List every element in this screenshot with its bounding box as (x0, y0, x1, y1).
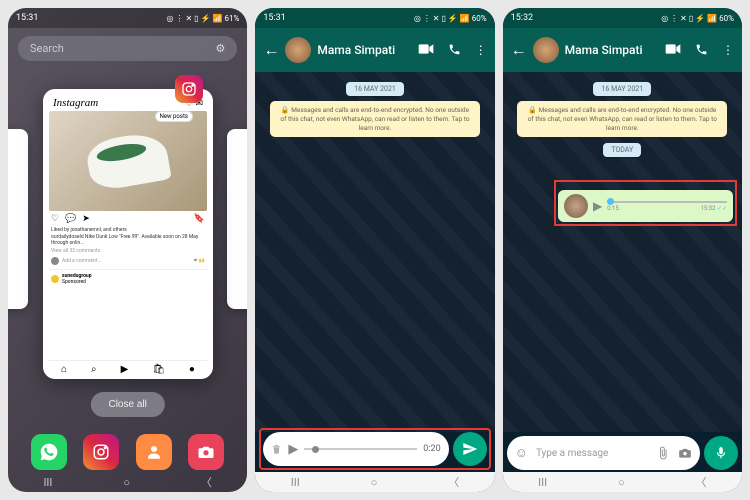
recording-time: 0:20 (423, 444, 440, 454)
search-bar[interactable]: Search ⚙ (18, 36, 237, 61)
play-icon[interactable]: ▶ (593, 199, 602, 213)
status-bar: 15:32 ◎ ⋮ ✕ ▯ ⚡ 📶60% (503, 8, 742, 28)
chat-header: ← Mama Simpati ⋮ (255, 28, 494, 72)
contact-name[interactable]: Mama Simpati (317, 43, 411, 57)
voice-msg-avatar (564, 194, 588, 218)
voice-duration: 0:15 (607, 205, 619, 212)
mic-button[interactable] (704, 436, 738, 470)
view-comments[interactable]: View all 32 comments (49, 247, 207, 255)
gear-icon[interactable]: ⚙ (215, 42, 225, 55)
bookmark-icon[interactable]: 🔖 (194, 214, 205, 224)
camera-app-icon[interactable] (188, 434, 224, 470)
phone-recents: 15:31 ◎ ⋮ ✕ ▯ ⚡ 📶61% Search ⚙ Instagram … (8, 8, 247, 492)
nav-bar: III ○ 〈 (8, 472, 247, 492)
lock-icon: 🔒 (281, 106, 290, 114)
contact-avatar[interactable] (533, 37, 559, 63)
nav-home[interactable]: ○ (123, 476, 130, 489)
add-comment[interactable]: Add a comment...❤ 🙌 (49, 255, 207, 267)
new-posts-badge[interactable]: New posts (155, 111, 193, 122)
close-all-button[interactable]: Close all (90, 392, 164, 417)
date-pill: 16 MAY 2021 (346, 82, 404, 96)
shop-icon[interactable]: 🛍 (152, 364, 165, 375)
post-caption: ourdailydoseId Nike Dunk Low "Free.99". … (49, 234, 207, 247)
contact-name[interactable]: Mama Simpati (565, 43, 659, 57)
reels-icon[interactable]: ▶ (121, 364, 129, 375)
back-arrow-icon[interactable]: ← (511, 40, 527, 60)
status-time: 15:31 (16, 13, 38, 23)
instagram-app-icon (175, 75, 203, 103)
voice-call-icon[interactable] (448, 43, 461, 57)
chat-content: 16 MAY 2021 🔒 Messages and calls are end… (503, 72, 742, 492)
message-input[interactable]: ☺ Type a message (507, 436, 700, 470)
recording-preview: ▶ 0:20 (263, 432, 448, 466)
voice-call-icon[interactable] (695, 43, 708, 57)
video-call-icon[interactable] (418, 43, 434, 57)
recent-card-left[interactable] (8, 129, 28, 309)
emoji-icon[interactable]: ☺ (515, 445, 528, 461)
voice-message-bubble[interactable]: ▶ 0:15 15:32 ✓✓ (558, 190, 733, 222)
chat-header: ← Mama Simpati ⋮ (503, 28, 742, 72)
phone-whatsapp-sent: 15:32 ◎ ⋮ ✕ ▯ ⚡ 📶60% ← Mama Simpati ⋮ 16… (503, 8, 742, 492)
status-time: 15:32 (511, 13, 533, 23)
audio-track[interactable] (304, 448, 417, 450)
send-button[interactable] (453, 432, 487, 466)
share-icon[interactable]: ➤ (82, 214, 90, 224)
back-arrow-icon[interactable]: ← (263, 40, 279, 60)
attach-icon[interactable] (656, 446, 670, 460)
instagram-card[interactable]: Instagram ♡ ✉ New posts ♡ 💬 ➤ 🔖 Liked by… (43, 89, 213, 379)
play-icon[interactable]: ▶ (288, 442, 298, 457)
recent-apps-area[interactable]: Instagram ♡ ✉ New posts ♡ 💬 ➤ 🔖 Liked by… (8, 69, 247, 492)
voice-recording-bar: ▶ 0:20 (259, 428, 490, 470)
nav-back[interactable]: 〈 (201, 474, 212, 490)
input-placeholder: Type a message (536, 448, 648, 459)
search-placeholder: Search (30, 42, 64, 55)
status-bar: 15:31 ◎ ⋮ ✕ ▯ ⚡ 📶61% (8, 8, 247, 28)
profile-icon[interactable]: ● (189, 364, 195, 375)
encryption-notice[interactable]: 🔒 Messages and calls are end-to-end encr… (270, 101, 480, 137)
camera-icon[interactable] (678, 446, 692, 460)
message-input-area: ☺ Type a message (507, 436, 738, 470)
instagram-dock-icon[interactable] (83, 434, 119, 470)
status-time: 15:31 (263, 13, 285, 23)
video-call-icon[interactable] (665, 43, 681, 57)
status-bar: 15:31 ◎ ⋮ ✕ ▯ ⚡ 📶60% (255, 8, 494, 28)
comment-icon[interactable]: 💬 (65, 214, 76, 224)
encryption-notice[interactable]: 🔒 Messages and calls are end-to-end encr… (517, 101, 727, 137)
date-pill: 16 MAY 2021 (593, 82, 651, 96)
today-pill: TODAY (603, 143, 641, 157)
contact-avatar[interactable] (285, 37, 311, 63)
trash-icon[interactable] (271, 443, 282, 456)
status-icons: ◎ ⋮ ✕ ▯ ⚡ 📶61% (167, 14, 240, 23)
phone-whatsapp-recording: 15:31 ◎ ⋮ ✕ ▯ ⚡ 📶60% ← Mama Simpati ⋮ 16… (255, 8, 494, 492)
home-icon[interactable]: ⌂ (61, 364, 67, 375)
voice-track[interactable]: 0:15 15:32 ✓✓ (607, 201, 727, 212)
contacts-app-icon[interactable] (136, 434, 172, 470)
more-icon[interactable]: ⋮ (475, 43, 487, 57)
search-icon[interactable]: ⌕ (91, 364, 97, 375)
post-actions: ♡ 💬 ➤ 🔖 (49, 211, 207, 227)
instagram-tabs: ⌂ ⌕ ▶ 🛍 ● (49, 360, 207, 375)
more-icon[interactable]: ⋮ (722, 43, 734, 57)
post-image[interactable] (49, 111, 207, 211)
nav-recents[interactable]: III (43, 476, 52, 489)
lock-icon: 🔒 (528, 106, 537, 114)
voice-time: 15:32 (700, 205, 715, 212)
recent-card-right[interactable] (227, 129, 247, 309)
dock (8, 434, 247, 470)
read-ticks-icon: ✓✓ (717, 205, 727, 212)
sponsored-row[interactable]: sunedugroupSponsored (49, 269, 207, 288)
like-icon[interactable]: ♡ (51, 214, 59, 224)
whatsapp-app-icon[interactable] (31, 434, 67, 470)
